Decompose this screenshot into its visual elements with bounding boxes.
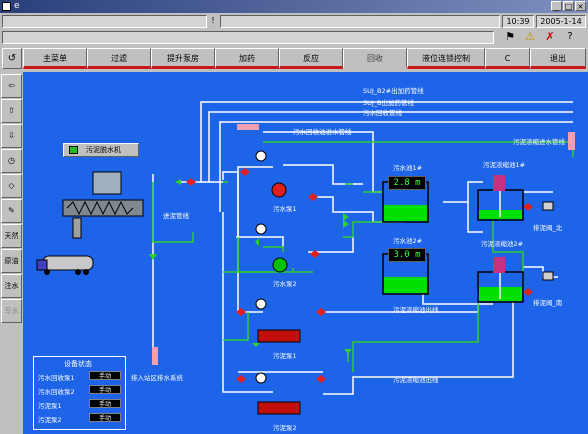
device-mode-button[interactable]: 手动	[89, 385, 121, 394]
device-status-title: 设备状态	[64, 360, 92, 368]
minimize-button[interactable]: _	[551, 1, 562, 11]
pipe-label-line3: 污水回收管线	[363, 109, 402, 117]
device-mode-button[interactable]: 手动	[89, 399, 121, 408]
nav-tab-0[interactable]: 主菜单	[23, 48, 87, 69]
alert-icon[interactable]: ◇	[1, 174, 22, 198]
disabled-button: 写水	[1, 299, 22, 323]
device-mode-button[interactable]: 手动	[89, 371, 121, 380]
nav-tab-3[interactable]: 加药	[215, 48, 279, 69]
help-icon[interactable]: ?	[563, 30, 577, 44]
nav-tab-4[interactable]: 反应	[279, 48, 343, 69]
nav-tab-1[interactable]: 过滤	[87, 48, 151, 69]
dewater-button[interactable]: 污泥脱水机	[63, 143, 139, 157]
zhushui-button[interactable]: 注水	[1, 274, 22, 298]
message-bar	[2, 31, 494, 44]
tools-icon[interactable]: ✎	[1, 199, 22, 223]
app-icon	[2, 2, 11, 11]
valve-s-label: 排泥阀_南	[533, 299, 563, 307]
pipe-label-line1: SUJ_B2#出加药管线	[363, 87, 424, 95]
alarm-bell-icon[interactable]: ⚑	[503, 30, 517, 44]
pipe-label-line2: SUJ_B出加药管线	[363, 99, 415, 107]
device-name: 污水回收泵1	[38, 374, 75, 382]
device-name: 污水回收泵2	[38, 388, 75, 396]
acknowledge-icon[interactable]: ✗	[543, 30, 557, 44]
status-field-1	[2, 15, 207, 28]
nav-tab-8[interactable]: 退出	[530, 48, 586, 69]
sludge-pump1-label: 污泥泵1	[273, 352, 297, 360]
maximize-button[interactable]: □	[563, 1, 574, 11]
process-canvas: SUJ_B2#出加药管线 SUJ_B出加药管线 污水回收管线 污水回收油进水管线…	[23, 72, 588, 434]
pool2-label: 污水池2#	[393, 237, 423, 245]
arrow-left-icon[interactable]: ⇦	[1, 74, 22, 98]
valve-n-label: 排泥阀_北	[533, 224, 563, 232]
warning-icon[interactable]: ⚠	[523, 30, 537, 44]
conc1-label: 污泥浓缩池1#	[483, 161, 526, 169]
pool1-label: 污水池1#	[393, 164, 423, 172]
status-led	[69, 146, 78, 154]
clock-date: 2005-1-14	[536, 15, 586, 28]
device-mode-button[interactable]: 手动	[89, 413, 121, 422]
nav-tab-7[interactable]: C	[485, 48, 530, 69]
device-status-panel: 设备状态 污水回收泵1 手动 污水回收泵2 手动 污泥泵1 手动 污泥泵2 手动	[33, 356, 126, 430]
nav-tab-6[interactable]: 液位连锁控制	[407, 48, 485, 69]
pool1-level-display: 2.8 m	[388, 176, 426, 190]
title-bar	[0, 0, 588, 13]
close-button[interactable]: ×	[575, 1, 586, 11]
pump1-label: 污水泵1	[273, 205, 297, 213]
pipe-label-line9: 排入站区排水系统	[131, 374, 183, 382]
yuanyou-button[interactable]: 原油	[1, 249, 22, 273]
nav-tab-5[interactable]: 回收	[343, 48, 407, 69]
pipe-label-line6: 进泥管线	[163, 212, 189, 220]
window-title: e	[14, 1, 20, 11]
pump2-label: 污水泵2	[273, 280, 297, 288]
dewater-label: 污泥脱水机	[86, 146, 121, 154]
device-name: 污泥泵2	[38, 416, 62, 424]
pipe-label-line8: 污泥浓缩池出线	[393, 376, 439, 384]
info-mark: !	[211, 16, 215, 25]
pipe-label-line5: 污泥浓缩进水管线	[513, 138, 565, 146]
sludge-pump2-label: 污泥泵2	[273, 424, 297, 432]
arrow-down-icon[interactable]: ⇩	[1, 124, 22, 148]
arrow-up-icon[interactable]: ⇧	[1, 99, 22, 123]
clock-icon[interactable]: ◷	[1, 149, 22, 173]
status-field-2	[220, 15, 500, 28]
pool2-level-display: 3.0 m	[388, 248, 426, 262]
device-name: 污泥泵1	[38, 402, 62, 410]
conc2-label: 污泥浓缩池2#	[481, 240, 524, 248]
clock-time: 10:39	[502, 15, 534, 28]
tianran-button[interactable]: 天然	[1, 224, 22, 248]
pipe-label-line7: 污泥浓缩池出线	[393, 306, 439, 314]
nav-tab-2[interactable]: 提升泵房	[151, 48, 215, 69]
pipe-label-line4: 污水回收油进水管线	[293, 128, 352, 136]
back-button[interactable]: ↺	[2, 48, 22, 69]
